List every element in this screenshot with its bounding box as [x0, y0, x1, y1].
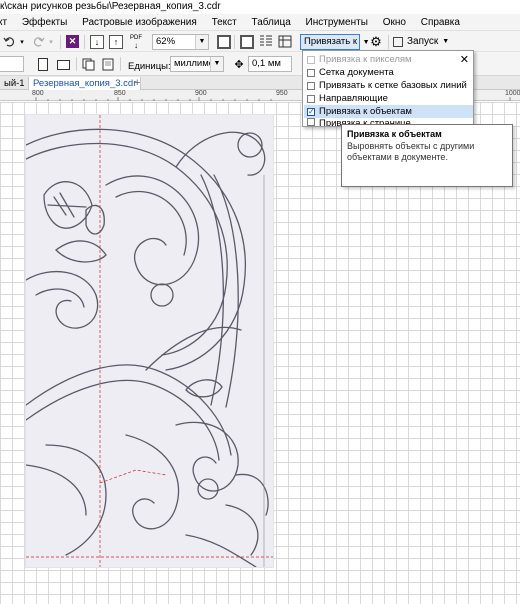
- baseline-grid-label: Привязать к сетке базовых линий: [319, 80, 467, 91]
- separator: [76, 57, 77, 71]
- scanned-carving-image[interactable]: [26, 115, 273, 567]
- publish-pdf-icon[interactable]: PDF ↓: [128, 34, 144, 50]
- ruler-tick-label: 950: [276, 90, 288, 97]
- menu-item-bitmaps[interactable]: Растровые изображения: [82, 17, 197, 28]
- document-grid-label: Сетка документа: [319, 67, 394, 78]
- launch-button[interactable]: Запуск ▼: [393, 34, 453, 49]
- undo-dropdown-icon[interactable]: ▾: [18, 34, 26, 49]
- nudge-icon: ✥: [234, 59, 244, 71]
- chevron-down-icon: ▼: [442, 38, 450, 45]
- chevron-down-icon[interactable]: ▼: [210, 57, 223, 71]
- tab-document-1[interactable]: ый-1: [0, 77, 29, 90]
- launch-icon: [393, 36, 403, 47]
- menu-item-effects[interactable]: Эффекты: [22, 17, 67, 28]
- carving-sketch: [26, 115, 273, 567]
- snap-to-button[interactable]: Привязать к ▼: [300, 34, 370, 50]
- export-icon[interactable]: ↑: [109, 34, 123, 49]
- tooltip-description: Выровнять объекты с другими объектами в …: [347, 141, 475, 162]
- menu-item-object[interactable]: кт: [0, 17, 7, 28]
- guidelines-item[interactable]: Направляющие: [307, 92, 388, 105]
- checkbox-icon[interactable]: [307, 118, 315, 126]
- current-page-icon[interactable]: [101, 57, 115, 72]
- close-icon[interactable]: ✕: [460, 53, 469, 66]
- menu-item-window[interactable]: Окно: [383, 17, 406, 28]
- separator: [60, 35, 61, 49]
- checkbox-icon[interactable]: [307, 55, 315, 64]
- snap-to-label: Привязать к: [304, 36, 358, 47]
- baseline-grid-item[interactable]: Привязать к сетке базовых линий: [307, 79, 467, 92]
- checkbox-icon[interactable]: [307, 68, 315, 77]
- ruler-tick-label: 850: [114, 90, 126, 97]
- show-rulers-icon[interactable]: [240, 34, 254, 49]
- landscape-orientation-icon[interactable]: [55, 57, 71, 72]
- add-tab-icon[interactable]: +: [130, 77, 144, 90]
- undo-icon[interactable]: [2, 34, 16, 49]
- separator: [388, 35, 389, 49]
- menu-item-help[interactable]: Справка: [421, 17, 460, 28]
- page-size-field[interactable]: [0, 56, 24, 72]
- all-pages-icon[interactable]: [82, 57, 96, 72]
- snap-to-pixels-item[interactable]: Привязка к пикселям: [307, 53, 412, 66]
- ruler-tick-label: 1000: [505, 90, 520, 97]
- snap-to-pixels-label: Привязка к пикселям: [319, 54, 412, 65]
- menu-bar: кт Эффекты Растровые изображения Текст Т…: [0, 14, 520, 31]
- window-title: к\скан рисунков резьбы\Резервная_копия_3…: [0, 1, 221, 12]
- redo-dropdown-icon[interactable]: ▾: [47, 34, 55, 49]
- snap-to-objects-item[interactable]: ✓ Привязка к объектам: [304, 105, 473, 118]
- guidelines-label: Направляющие: [319, 93, 388, 104]
- redo-icon[interactable]: [31, 34, 45, 49]
- nudge-distance-field[interactable]: 0,1 мм: [248, 56, 292, 72]
- separator: [234, 35, 235, 49]
- title-bar: к\скан рисунков резьбы\Резервная_копия_3…: [0, 0, 520, 14]
- separator: [120, 57, 121, 71]
- chevron-down-icon[interactable]: ▼: [195, 35, 208, 49]
- show-guidelines-icon[interactable]: [277, 34, 292, 49]
- portrait-orientation-icon[interactable]: [36, 57, 50, 72]
- snap-to-objects-label: Привязка к объектам: [319, 106, 412, 117]
- launch-label: Запуск: [407, 36, 439, 47]
- corel-connect-icon[interactable]: ✕: [65, 34, 80, 49]
- import-icon[interactable]: ↓: [90, 34, 104, 49]
- tooltip-title: Привязка к объектам: [347, 129, 442, 139]
- checkbox-icon[interactable]: [307, 94, 315, 103]
- units-label: Единицы:: [128, 61, 171, 72]
- nudge-distance-value: 0,1 мм: [252, 58, 281, 69]
- units-combo[interactable]: миллимет... ▼: [170, 56, 224, 72]
- menu-item-table[interactable]: Таблица: [252, 17, 291, 28]
- standard-toolbar: ▾ ▾ ✕ ↓ ↑ PDF ↓ 62% ▼ Привязать к ▼ ⚙ За…: [0, 31, 520, 52]
- separator: [84, 35, 85, 49]
- snap-to-objects-tooltip: Привязка к объектам Выровнять объекты с …: [341, 124, 513, 187]
- checkmark-icon[interactable]: ✓: [307, 107, 315, 116]
- zoom-level-value: 62%: [156, 36, 176, 47]
- ruler-tick-label: 900: [195, 90, 207, 97]
- menu-item-text[interactable]: Текст: [212, 17, 237, 28]
- document-grid-item[interactable]: Сетка документа: [307, 66, 394, 79]
- tab-backup-copy[interactable]: Резервная_копия_3.cdr: [28, 77, 142, 90]
- menu-item-tools[interactable]: Инструменты: [306, 17, 368, 28]
- ruler-tick-label: 800: [32, 90, 44, 97]
- full-screen-preview-icon[interactable]: [216, 34, 231, 49]
- zoom-level-combo[interactable]: 62% ▼: [152, 34, 209, 50]
- snap-to-dropdown: ✕ Привязка к пикселям Сетка документа Пр…: [302, 50, 474, 127]
- options-gear-icon[interactable]: ⚙: [369, 34, 383, 49]
- show-grid-icon[interactable]: [258, 34, 273, 49]
- checkbox-icon[interactable]: [307, 81, 315, 90]
